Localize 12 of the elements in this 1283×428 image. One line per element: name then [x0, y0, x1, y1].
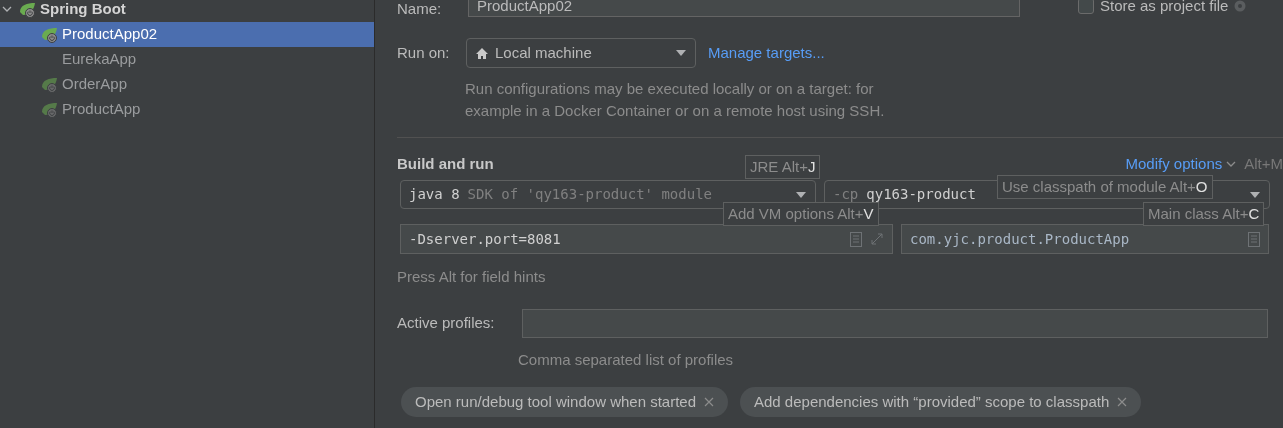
- run-on-label: Run on:: [397, 42, 451, 63]
- shortcut-tooltip: JRE Alt+J: [745, 155, 821, 179]
- name-label: Name:: [397, 0, 443, 19]
- shortcut-tooltip: Use classpath of module Alt+O: [997, 175, 1213, 199]
- shortcut-tooltip: Add VM options Alt+V: [723, 202, 879, 226]
- shortcut-tooltip: Main class Alt+C: [1143, 202, 1265, 226]
- profiles-description: Comma separated list of profiles: [518, 349, 735, 370]
- run-on-description: Run configurations may be executed locally or on a target: for example in a Docker Container or on a remote host using SSH.: [465, 79, 886, 121]
- hint-text: Press Alt for field hints: [397, 267, 547, 287]
- section-title: Build and run: [397, 153, 494, 174]
- shortcut-text: Alt+M: [1244, 153, 1283, 174]
- active-profiles-label: Active profiles:: [397, 312, 496, 333]
